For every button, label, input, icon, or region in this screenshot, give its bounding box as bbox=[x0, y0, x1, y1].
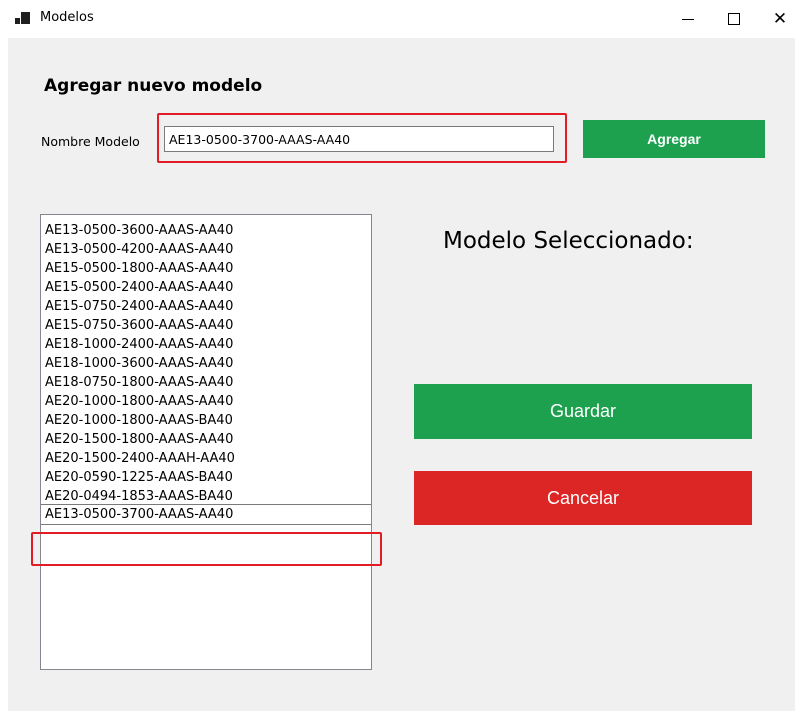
list-item[interactable]: AE13-0500-4200-AAAS-AA40 bbox=[41, 240, 371, 259]
maximize-button[interactable] bbox=[711, 0, 757, 38]
cancel-button[interactable]: Cancelar bbox=[414, 471, 752, 525]
list-item-highlight-box bbox=[31, 532, 382, 566]
list-item[interactable]: AE18-1000-2400-AAAS-AA40 bbox=[41, 335, 371, 354]
save-button[interactable]: Guardar bbox=[414, 384, 752, 439]
list-item[interactable]: AE15-0750-3600-AAAS-AA40 bbox=[41, 316, 371, 335]
window-title: Modelos bbox=[40, 10, 94, 25]
list-item[interactable]: AE18-1000-3600-AAAS-AA40 bbox=[41, 354, 371, 373]
list-item[interactable]: AE20-1000-1800-AAAS-BA40 bbox=[41, 411, 371, 430]
list-item[interactable]: AE13-0500-3600-AAAS-AA40 bbox=[41, 221, 371, 240]
add-button[interactable]: Agregar bbox=[583, 120, 765, 158]
selected-model-title: Modelo Seleccionado: bbox=[443, 228, 694, 254]
title-bar: Modelos ✕ bbox=[0, 0, 803, 38]
app-icon bbox=[15, 12, 31, 24]
close-button[interactable]: ✕ bbox=[757, 0, 803, 38]
minimize-button[interactable] bbox=[665, 0, 711, 38]
list-item[interactable]: AE18-0750-1800-AAAS-AA40 bbox=[41, 373, 371, 392]
list-item[interactable]: AE20-1500-1800-AAAS-AA40 bbox=[41, 430, 371, 449]
form-body: Agregar nuevo modelo Nombre Modelo Agreg… bbox=[8, 38, 795, 711]
list-item[interactable]: AE15-0750-2400-AAAS-AA40 bbox=[41, 297, 371, 316]
list-item[interactable]: AE13-0500-3700-AAAS-AA40 bbox=[41, 504, 371, 525]
input-highlight-box bbox=[157, 113, 567, 163]
model-name-label: Nombre Modelo bbox=[41, 134, 140, 149]
list-item[interactable]: AE15-0500-2400-AAAS-AA40 bbox=[41, 278, 371, 297]
maximize-icon bbox=[728, 13, 740, 25]
add-model-heading: Agregar nuevo modelo bbox=[44, 76, 263, 96]
minimize-icon bbox=[682, 18, 694, 20]
list-item[interactable]: AE20-0590-1225-AAAS-BA40 bbox=[41, 468, 371, 487]
list-item[interactable]: AE20-1000-1800-AAAS-AA40 bbox=[41, 392, 371, 411]
models-list[interactable]: AE13-0500-3600-AAAS-AA40 AE13-0500-4200-A… bbox=[40, 214, 372, 670]
list-item[interactable]: AE20-1500-2400-AAAH-AA40 bbox=[41, 449, 371, 468]
close-icon: ✕ bbox=[772, 9, 788, 29]
list-item[interactable]: AE15-0500-1800-AAAS-AA40 bbox=[41, 259, 371, 278]
